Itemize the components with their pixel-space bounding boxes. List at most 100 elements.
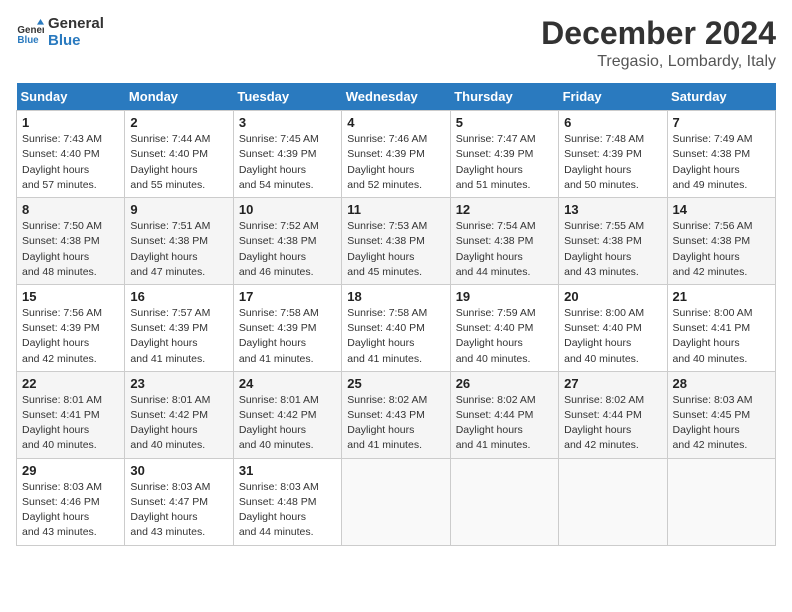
day-cell: 6 Sunrise: 7:48 AMSunset: 4:39 PMDaylight… (559, 111, 667, 198)
day-number: 21 (673, 289, 770, 304)
week-row-3: 15 Sunrise: 7:56 AMSunset: 4:39 PMDayligh… (17, 284, 776, 371)
day-detail: Sunrise: 7:53 AMSunset: 4:38 PMDaylight … (347, 219, 444, 280)
day-cell: 31 Sunrise: 8:03 AMSunset: 4:48 PMDayligh… (233, 458, 341, 545)
day-detail: Sunrise: 8:01 AMSunset: 4:42 PMDaylight … (239, 393, 336, 454)
day-cell: 7 Sunrise: 7:49 AMSunset: 4:38 PMDaylight… (667, 111, 775, 198)
day-number: 11 (347, 202, 444, 217)
day-detail: Sunrise: 7:55 AMSunset: 4:38 PMDaylight … (564, 219, 661, 280)
day-number: 12 (456, 202, 553, 217)
weekday-header-monday: Monday (125, 83, 233, 111)
day-detail: Sunrise: 7:46 AMSunset: 4:39 PMDaylight … (347, 132, 444, 193)
day-cell (667, 458, 775, 545)
day-cell: 1 Sunrise: 7:43 AMSunset: 4:40 PMDaylight… (17, 111, 125, 198)
day-detail: Sunrise: 7:58 AMSunset: 4:40 PMDaylight … (347, 306, 444, 367)
day-detail: Sunrise: 8:00 AMSunset: 4:41 PMDaylight … (673, 306, 770, 367)
day-number: 13 (564, 202, 661, 217)
day-cell: 11 Sunrise: 7:53 AMSunset: 4:38 PMDayligh… (342, 198, 450, 285)
day-cell: 15 Sunrise: 7:56 AMSunset: 4:39 PMDayligh… (17, 284, 125, 371)
day-detail: Sunrise: 8:01 AMSunset: 4:41 PMDaylight … (22, 393, 119, 454)
day-number: 29 (22, 463, 119, 478)
day-cell: 26 Sunrise: 8:02 AMSunset: 4:44 PMDayligh… (450, 371, 558, 458)
day-number: 25 (347, 376, 444, 391)
header: General Blue General Blue December 2024 … (16, 16, 776, 71)
day-cell: 28Sunrise: 8:03 AMSunset: 4:45 PMDayligh… (667, 371, 775, 458)
day-detail: Sunrise: 8:02 AMSunset: 4:44 PMDaylight … (456, 393, 553, 454)
day-cell: 29 Sunrise: 8:03 AMSunset: 4:46 PMDayligh… (17, 458, 125, 545)
day-detail: Sunrise: 7:52 AMSunset: 4:38 PMDaylight … (239, 219, 336, 280)
title-area: December 2024 Tregasio, Lombardy, Italy (541, 16, 776, 71)
weekday-header-wednesday: Wednesday (342, 83, 450, 111)
day-detail: Sunrise: 7:45 AMSunset: 4:39 PMDaylight … (239, 132, 336, 193)
day-number: 17 (239, 289, 336, 304)
day-number: 26 (456, 376, 553, 391)
weekday-header-row: SundayMondayTuesdayWednesdayThursdayFrid… (17, 83, 776, 111)
day-number: 22 (22, 376, 119, 391)
day-number: 23 (130, 376, 227, 391)
day-cell: 16Sunrise: 7:57 AMSunset: 4:39 PMDayligh… (125, 284, 233, 371)
weekday-header-friday: Friday (559, 83, 667, 111)
day-number: 6 (564, 115, 661, 130)
week-row-2: 8Sunrise: 7:50 AMSunset: 4:38 PMDaylight… (17, 198, 776, 285)
day-cell: 2 Sunrise: 7:44 AMSunset: 4:40 PMDaylight… (125, 111, 233, 198)
day-detail: Sunrise: 7:43 AMSunset: 4:40 PMDaylight … (22, 132, 119, 193)
day-number: 8 (22, 202, 119, 217)
day-number: 31 (239, 463, 336, 478)
day-number: 4 (347, 115, 444, 130)
weekday-header-tuesday: Tuesday (233, 83, 341, 111)
day-cell: 3Sunrise: 7:45 AMSunset: 4:39 PMDaylight… (233, 111, 341, 198)
logo-icon: General Blue (16, 19, 44, 47)
day-detail: Sunrise: 8:01 AMSunset: 4:42 PMDaylight … (130, 393, 227, 454)
day-detail: Sunrise: 8:00 AMSunset: 4:40 PMDaylight … (564, 306, 661, 367)
day-cell: 10Sunrise: 7:52 AMSunset: 4:38 PMDayligh… (233, 198, 341, 285)
weekday-header-thursday: Thursday (450, 83, 558, 111)
month-title: December 2024 (541, 16, 776, 51)
day-cell: 19 Sunrise: 7:59 AMSunset: 4:40 PMDayligh… (450, 284, 558, 371)
day-detail: Sunrise: 8:02 AMSunset: 4:44 PMDaylight … (564, 393, 661, 454)
day-cell: 25 Sunrise: 8:02 AMSunset: 4:43 PMDayligh… (342, 371, 450, 458)
day-number: 15 (22, 289, 119, 304)
day-detail: Sunrise: 7:56 AMSunset: 4:39 PMDaylight … (22, 306, 119, 367)
day-cell: 14Sunrise: 7:56 AMSunset: 4:38 PMDayligh… (667, 198, 775, 285)
day-detail: Sunrise: 8:03 AMSunset: 4:48 PMDaylight … (239, 480, 336, 541)
day-number: 14 (673, 202, 770, 217)
day-detail: Sunrise: 7:47 AMSunset: 4:39 PMDaylight … (456, 132, 553, 193)
day-detail: Sunrise: 7:58 AMSunset: 4:39 PMDaylight … (239, 306, 336, 367)
day-cell: 17 Sunrise: 7:58 AMSunset: 4:39 PMDayligh… (233, 284, 341, 371)
day-number: 5 (456, 115, 553, 130)
day-detail: Sunrise: 7:49 AMSunset: 4:38 PMDaylight … (673, 132, 770, 193)
day-number: 24 (239, 376, 336, 391)
day-cell: 18Sunrise: 7:58 AMSunset: 4:40 PMDayligh… (342, 284, 450, 371)
calendar-table: SundayMondayTuesdayWednesdayThursdayFrid… (16, 83, 776, 545)
day-number: 20 (564, 289, 661, 304)
day-number: 2 (130, 115, 227, 130)
day-number: 19 (456, 289, 553, 304)
day-cell (559, 458, 667, 545)
day-cell: 5 Sunrise: 7:47 AMSunset: 4:39 PMDaylight… (450, 111, 558, 198)
logo-line1: General (48, 16, 104, 33)
day-cell: 12Sunrise: 7:54 AMSunset: 4:38 PMDayligh… (450, 198, 558, 285)
weekday-header-sunday: Sunday (17, 83, 125, 111)
day-detail: Sunrise: 7:51 AMSunset: 4:38 PMDaylight … (130, 219, 227, 280)
day-cell: 4 Sunrise: 7:46 AMSunset: 4:39 PMDaylight… (342, 111, 450, 198)
day-cell: 8Sunrise: 7:50 AMSunset: 4:38 PMDaylight… (17, 198, 125, 285)
day-detail: Sunrise: 8:03 AMSunset: 4:47 PMDaylight … (130, 480, 227, 541)
day-detail: Sunrise: 8:03 AMSunset: 4:46 PMDaylight … (22, 480, 119, 541)
day-number: 7 (673, 115, 770, 130)
day-detail: Sunrise: 8:02 AMSunset: 4:43 PMDaylight … (347, 393, 444, 454)
day-detail: Sunrise: 7:59 AMSunset: 4:40 PMDaylight … (456, 306, 553, 367)
day-number: 27 (564, 376, 661, 391)
logo: General Blue General Blue (16, 16, 104, 49)
day-cell: 23 Sunrise: 8:01 AMSunset: 4:42 PMDayligh… (125, 371, 233, 458)
day-cell: 21 Sunrise: 8:00 AMSunset: 4:41 PMDayligh… (667, 284, 775, 371)
day-number: 1 (22, 115, 119, 130)
day-detail: Sunrise: 7:44 AMSunset: 4:40 PMDaylight … (130, 132, 227, 193)
week-row-1: 1 Sunrise: 7:43 AMSunset: 4:40 PMDaylight… (17, 111, 776, 198)
week-row-4: 22 Sunrise: 8:01 AMSunset: 4:41 PMDayligh… (17, 371, 776, 458)
weekday-header-saturday: Saturday (667, 83, 775, 111)
day-number: 28 (673, 376, 770, 391)
day-detail: Sunrise: 7:48 AMSunset: 4:39 PMDaylight … (564, 132, 661, 193)
day-cell: 13 Sunrise: 7:55 AMSunset: 4:38 PMDayligh… (559, 198, 667, 285)
location-title: Tregasio, Lombardy, Italy (541, 53, 776, 71)
day-cell: 20 Sunrise: 8:00 AMSunset: 4:40 PMDayligh… (559, 284, 667, 371)
day-number: 16 (130, 289, 227, 304)
